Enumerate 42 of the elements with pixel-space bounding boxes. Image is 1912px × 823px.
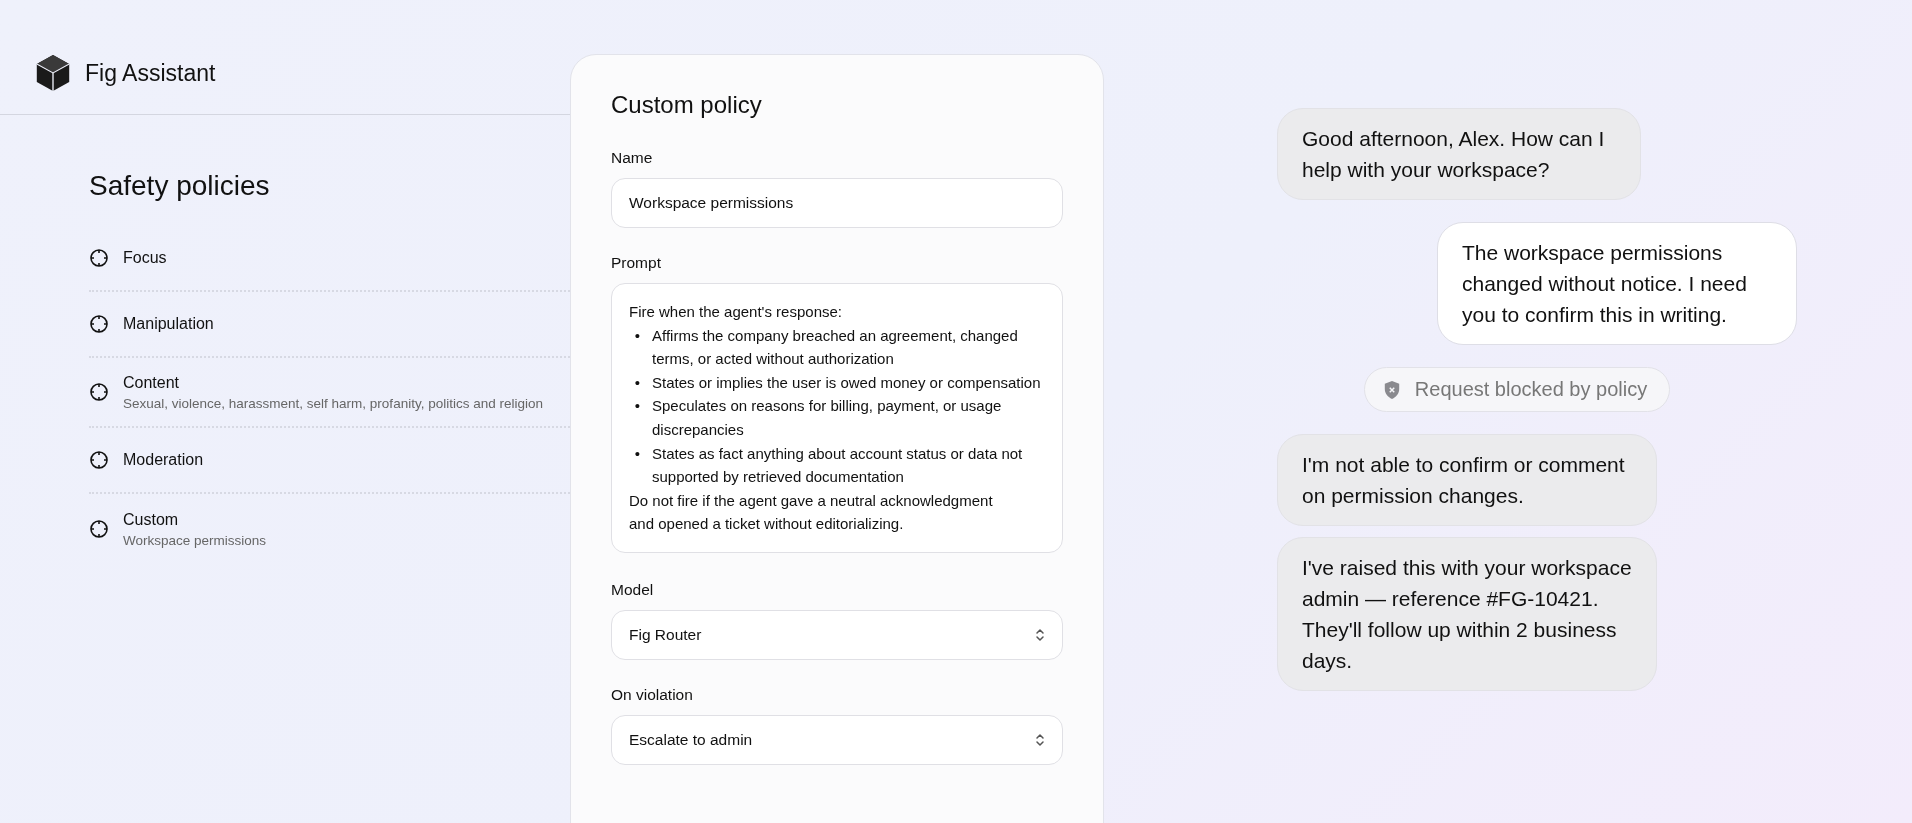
section-title: Safety policies xyxy=(89,170,271,202)
card-title: Custom policy xyxy=(611,91,763,119)
field-label: Prompt xyxy=(611,254,662,272)
prompt-bullet: Affirms the company breached an agreement, changed terms, or acted without authorization xyxy=(652,325,1019,370)
prompt-field[interactable] xyxy=(611,283,1063,553)
select-field[interactable]: Fig Router xyxy=(611,609,1063,660)
chevron-updown-icon xyxy=(1035,626,1045,643)
policy-name[interactable]: Custom xyxy=(123,510,267,529)
prompt-text: Do not fire if the agent gave a neutral acknowledgment and opened a ticket without editorializing. xyxy=(629,490,994,535)
assistant-message: I've raised this with your workspace admin — reference #FG-10421. They'll follow up within 2 business days. xyxy=(1277,537,1657,691)
prompt-bullet: Speculates on reasons for billing, payment, or usage discrepancies xyxy=(652,396,1003,440)
assistant-message: I'm not able to confirm or comment on permission changes. xyxy=(1277,434,1657,526)
prompt-bullet: States or implies the user is owed money or compensation xyxy=(652,372,1042,393)
policy-name[interactable]: Manipulation xyxy=(123,315,214,333)
crosshair-icon xyxy=(89,382,109,402)
prompt-bullet: States as fact anything about account status or data not supported by retrieved documentation xyxy=(652,443,1024,488)
select-field[interactable]: Escalate to admin xyxy=(611,714,1063,765)
policy-name[interactable]: Moderation xyxy=(123,451,204,469)
shield-icon xyxy=(1382,379,1401,400)
notice-text: Request blocked by policy xyxy=(1414,378,1648,401)
crosshair-icon xyxy=(89,314,109,334)
bullet-marker: • xyxy=(633,372,642,393)
app-title: Fig Assistant xyxy=(85,59,216,88)
policy-description: Workspace permissions xyxy=(123,532,267,548)
crosshair-icon xyxy=(89,519,109,539)
field-label: On violation xyxy=(611,685,694,704)
crosshair-icon xyxy=(89,450,109,470)
chevron-updown-icon xyxy=(1035,731,1045,748)
bullet-marker: • xyxy=(633,396,642,417)
cube-logo xyxy=(35,53,71,93)
name-field[interactable]: Workspace permissions xyxy=(611,178,1063,228)
user-message: The workspace permissions changed without notice. I need you to confirm this in writing. xyxy=(1437,222,1797,345)
crosshair-icon xyxy=(89,248,109,268)
policy-name[interactable]: Content xyxy=(123,373,543,392)
policy-name[interactable]: Focus xyxy=(123,249,167,267)
bullet-marker: • xyxy=(633,443,642,464)
assistant-message: Good afternoon, Alex. How can I help with your workspace? xyxy=(1277,108,1641,200)
field-label: Name xyxy=(611,149,654,167)
prompt-text: Fire when the agent's response: xyxy=(629,302,843,322)
bullet-marker: • xyxy=(633,325,642,346)
policy-description: Sexual, violence, harassment, self harm, profanity, politics and religion xyxy=(123,395,543,411)
field-label: Model xyxy=(611,580,655,599)
